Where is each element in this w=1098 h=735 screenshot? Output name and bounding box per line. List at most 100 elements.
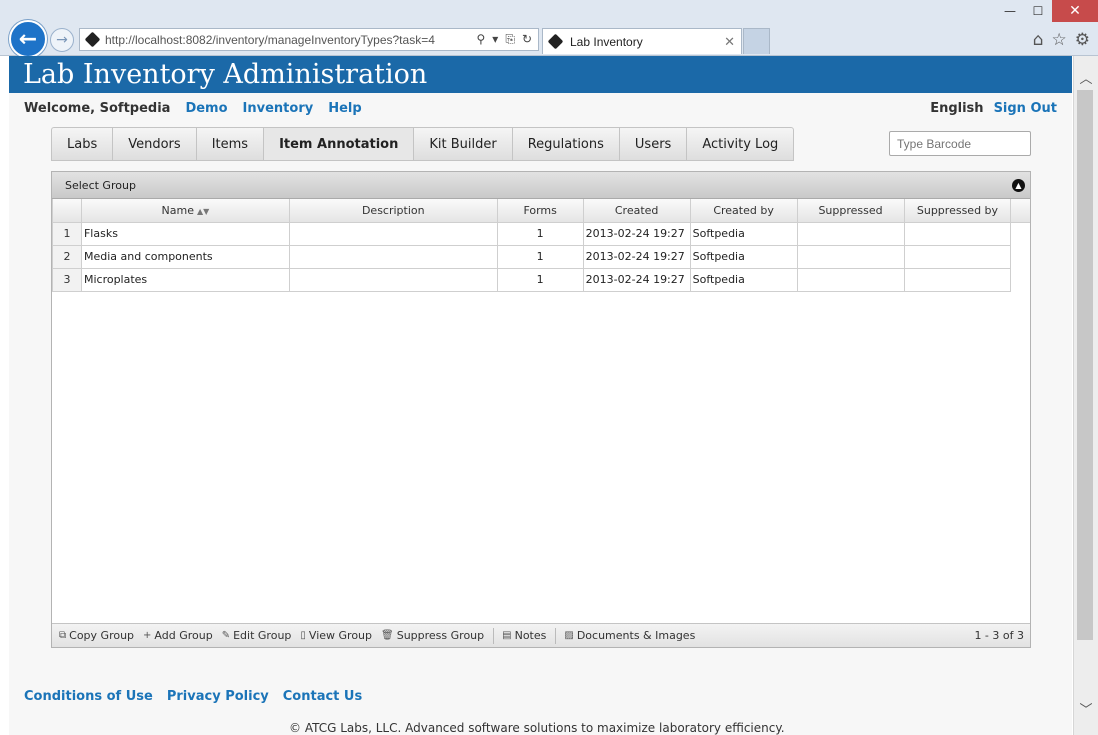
cell-suppressed-by[interactable] [903,244,1012,269]
collapse-icon[interactable]: ▲ [1012,179,1025,192]
cell-description[interactable] [288,244,498,269]
welcome-text: Welcome, Softpedia [24,101,171,116]
table-row[interactable]: 1 Flasks 1 2013-02-24 19:27 Softpedia [52,221,1031,246]
column-header-created[interactable]: Created [582,199,691,223]
cell-suppressed-by[interactable] [903,221,1012,246]
scroll-down-icon[interactable]: ﹀ [1074,697,1098,719]
image-icon: ▨ [564,630,574,641]
cell-name[interactable]: Media and components [80,244,290,269]
cell-name[interactable]: Flasks [80,221,290,246]
row-number: 3 [52,267,82,292]
maximize-button[interactable]: ☐ [1024,0,1052,22]
view-group-button[interactable]: ▯ View Group [300,629,372,642]
close-window-button[interactable]: ✕ [1052,0,1098,22]
notes-icon: ▤ [502,630,512,641]
notes-button[interactable]: ▤ Notes [502,629,546,642]
column-header-name[interactable]: Name ▲▼ [80,199,290,223]
column-header-created-by[interactable]: Created by [689,199,798,223]
documents-images-button[interactable]: ▨ Documents & Images [564,629,695,642]
tab-activity-log[interactable]: Activity Log [686,127,795,161]
tab-labs[interactable]: Labs [51,127,113,161]
language-selector[interactable]: English [930,101,983,116]
group-grid-panel: Select Group ▲ Name ▲▼ Description Forms … [51,171,1031,648]
copy-group-button[interactable]: ⧉ Copy Group [59,629,134,642]
browser-tab[interactable]: Lab Inventory ✕ [542,28,742,54]
add-group-label: Add Group [154,629,213,642]
groups-table: Name ▲▼ Description Forms Created Created… [52,199,1030,292]
cell-created[interactable]: 2013-02-24 19:27 [582,244,691,269]
toolbar-separator [555,627,557,644]
tab-users[interactable]: Users [618,127,687,161]
edit-group-label: Edit Group [233,629,292,642]
tab-items[interactable]: Items [195,127,264,161]
sign-out-link[interactable]: Sign Out [994,101,1057,116]
cell-created[interactable]: 2013-02-24 19:27 [582,221,691,246]
forward-button[interactable]: → [50,28,74,52]
compatibility-icon[interactable]: ⎘ [505,32,515,47]
sort-icon: ▲▼ [196,206,210,216]
row-number-header [52,199,82,223]
column-header-description[interactable]: Description [288,199,498,223]
address-bar[interactable]: http://localhost:8082/inventory/manageIn… [79,28,539,51]
tab-site-icon [547,33,564,50]
search-icon[interactable]: ⚲ [477,32,486,47]
grid-caption: Select Group ▲ [52,172,1030,199]
main-content: Welcome, Softpedia Demo Inventory Help E… [9,93,1072,735]
back-button[interactable]: ← [9,20,47,58]
app-title: Lab Inventory Administration [9,56,1072,93]
new-tab-button[interactable] [743,28,770,54]
scroll-up-icon[interactable]: ︿ [1074,66,1098,88]
grid-toolbar: ⧉ Copy Group + Add Group ✎ Edit Group ▯ View… [52,623,1030,647]
column-header-suppressed[interactable]: Suppressed [796,199,905,223]
suppress-group-button[interactable]: 🗑 Suppress Group [381,629,484,642]
column-label: Name [161,203,194,217]
table-row[interactable]: 2 Media and components 1 2013-02-24 19:2… [52,244,1031,269]
tab-title: Lab Inventory [570,34,643,49]
cell-description[interactable] [288,267,498,292]
column-header-forms[interactable]: Forms [496,199,584,223]
table-row[interactable]: 3 Microplates 1 2013-02-24 19:27 Softped… [52,267,1031,292]
browser-tools: ⌂ ☆ ⚙ [1033,30,1090,50]
refresh-icon[interactable]: ↻ [522,32,532,47]
cell-suppressed[interactable] [796,221,905,246]
barcode-input[interactable] [889,131,1031,156]
cell-created[interactable]: 2013-02-24 19:27 [582,267,691,292]
tab-kit-builder[interactable]: Kit Builder [413,127,512,161]
vertical-scrollbar[interactable]: ︿ ﹀ [1073,56,1098,735]
copy-icon: ⧉ [59,630,67,641]
favorites-icon[interactable]: ☆ [1052,30,1067,50]
row-number: 1 [52,221,82,246]
cell-forms[interactable]: 1 [496,267,584,292]
edit-group-button[interactable]: ✎ Edit Group [222,629,292,642]
gear-icon[interactable]: ⚙ [1075,30,1090,50]
cell-suppressed[interactable] [796,267,905,292]
tab-regulations[interactable]: Regulations [511,127,619,161]
help-link[interactable]: Help [328,101,361,116]
tab-close-icon[interactable]: ✕ [724,34,735,50]
contact-link[interactable]: Contact Us [283,689,362,704]
cell-created-by[interactable]: Softpedia [689,244,798,269]
cell-created-by[interactable]: Softpedia [689,267,798,292]
home-icon[interactable]: ⌂ [1033,30,1044,50]
column-header-suppressed-by[interactable]: Suppressed by [903,199,1012,223]
demo-link[interactable]: Demo [185,101,227,116]
user-nav: English Sign Out [930,101,1057,116]
cell-suppressed-by[interactable] [903,267,1012,292]
add-group-button[interactable]: + Add Group [143,629,213,642]
scroll-thumb[interactable] [1077,90,1093,640]
chevron-down-icon[interactable]: ▾ [492,32,498,47]
privacy-link[interactable]: Privacy Policy [167,689,269,704]
url-text[interactable]: http://localhost:8082/inventory/manageIn… [105,33,477,47]
tab-vendors[interactable]: Vendors [112,127,196,161]
inventory-link[interactable]: Inventory [243,101,314,116]
cell-suppressed[interactable] [796,244,905,269]
cell-forms[interactable]: 1 [496,221,584,246]
cell-name[interactable]: Microplates [80,267,290,292]
cell-created-by[interactable]: Softpedia [689,221,798,246]
minimize-button[interactable]: — [996,0,1024,22]
conditions-link[interactable]: Conditions of Use [24,689,153,704]
window-controls: — ☐ ✕ [996,0,1098,22]
cell-description[interactable] [288,221,498,246]
tab-item-annotation[interactable]: Item Annotation [263,127,414,161]
cell-forms[interactable]: 1 [496,244,584,269]
